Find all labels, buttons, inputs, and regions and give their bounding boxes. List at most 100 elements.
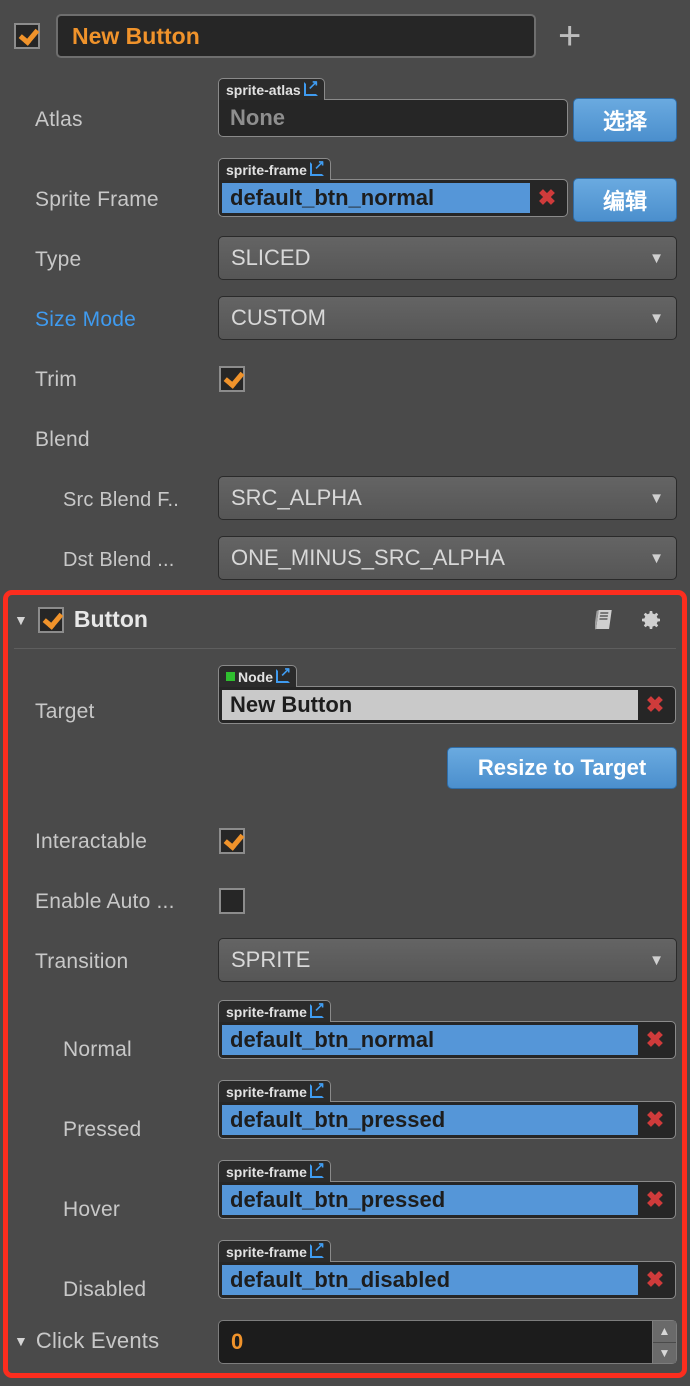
transition-label: Transition <box>35 950 129 973</box>
trim-checkbox[interactable] <box>219 366 245 392</box>
state-hover-asset-field[interactable]: sprite-frame default_btn_pressed ✖ <box>218 1160 676 1222</box>
stepper-down-icon[interactable]: ▼ <box>653 1342 676 1363</box>
click-events-count-value[interactable]: 0 <box>219 1329 652 1355</box>
state-pressed-asset-type-tab[interactable]: sprite-frame <box>218 1080 331 1102</box>
transition-value: SPRITE <box>231 947 311 972</box>
trim-label: Trim <box>35 368 78 391</box>
state-disabled-asset-field[interactable]: sprite-frame default_btn_disabled ✖ <box>218 1240 676 1302</box>
target-asset-type-label: Node <box>238 668 273 685</box>
state-normal-clear-icon[interactable]: ✖ <box>638 1027 672 1053</box>
atlas-value-box[interactable]: None <box>218 99 568 137</box>
external-link-icon[interactable] <box>309 1080 325 1098</box>
atlas-select-button[interactable]: 选择 <box>573 98 677 142</box>
enable-auto-label: Enable Auto ... <box>35 890 175 913</box>
state-pressed-asset-type-label: sprite-frame <box>226 1083 307 1100</box>
atlas-asset-type-tab[interactable]: sprite-atlas <box>218 78 325 100</box>
row-blend: Blend <box>0 426 690 454</box>
type-value: SLICED <box>231 245 311 270</box>
enable-auto-checkbox[interactable] <box>219 888 245 914</box>
atlas-value[interactable]: None <box>222 103 564 133</box>
atlas-asset-type-label: sprite-atlas <box>226 81 301 98</box>
node-enabled-checkbox[interactable] <box>14 23 40 49</box>
book-icon[interactable] <box>593 608 617 632</box>
state-pressed-value[interactable]: default_btn_pressed <box>222 1105 638 1135</box>
state-disabled-value[interactable]: default_btn_disabled <box>222 1265 638 1295</box>
state-normal-value-box[interactable]: default_btn_normal ✖ <box>218 1021 676 1059</box>
state-hover-clear-icon[interactable]: ✖ <box>638 1187 672 1213</box>
sprite-frame-asset-field[interactable]: sprite-frame default_btn_normal ✖ <box>218 158 568 220</box>
external-link-icon[interactable] <box>309 1240 325 1258</box>
blend-label: Blend <box>35 428 90 451</box>
chevron-down-icon: ▼ <box>649 951 664 969</box>
size-mode-dropdown[interactable]: CUSTOM ▼ <box>218 296 677 340</box>
row-interactable: Interactable <box>0 828 690 856</box>
sprite-frame-value[interactable]: default_btn_normal <box>222 183 530 213</box>
node-name-input[interactable]: New Button <box>56 14 536 58</box>
chevron-down-icon: ▼ <box>649 249 664 267</box>
size-mode-value: CUSTOM <box>231 305 326 330</box>
interactable-checkbox[interactable] <box>219 828 245 854</box>
gear-icon[interactable] <box>639 608 663 632</box>
state-hover-value[interactable]: default_btn_pressed <box>222 1185 638 1215</box>
atlas-label: Atlas <box>35 108 83 131</box>
src-blend-dropdown[interactable]: SRC_ALPHA ▼ <box>218 476 677 520</box>
add-component-icon[interactable]: + <box>558 16 581 56</box>
external-link-icon[interactable] <box>303 78 319 96</box>
state-disabled-clear-icon[interactable]: ✖ <box>638 1267 672 1293</box>
state-pressed-clear-icon[interactable]: ✖ <box>638 1107 672 1133</box>
button-component-title: Button <box>73 606 148 632</box>
external-link-icon[interactable] <box>309 1160 325 1178</box>
type-dropdown[interactable]: SLICED ▼ <box>218 236 677 280</box>
sprite-frame-edit-button[interactable]: 编辑 <box>573 178 677 222</box>
button-component-header[interactable]: ▼ Button <box>14 606 148 633</box>
sprite-frame-asset-type-label: sprite-frame <box>226 161 307 178</box>
state-hover-value-box[interactable]: default_btn_pressed ✖ <box>218 1181 676 1219</box>
state-disabled-asset-type-label: sprite-frame <box>226 1243 307 1260</box>
external-link-icon[interactable] <box>309 1000 325 1018</box>
state-hover-label: Hover <box>63 1198 121 1221</box>
target-asset-field[interactable]: Node New Button ✖ <box>218 665 676 727</box>
state-disabled-asset-type-tab[interactable]: sprite-frame <box>218 1240 331 1262</box>
src-blend-label: Src Blend F.. <box>63 488 179 511</box>
button-enabled-checkbox[interactable] <box>37 606 64 633</box>
dst-blend-value: ONE_MINUS_SRC_ALPHA <box>231 545 505 570</box>
state-disabled-label: Disabled <box>63 1278 147 1301</box>
dst-blend-label: Dst Blend ... <box>63 548 175 571</box>
click-events-header[interactable]: ▼ Click Events <box>14 1328 159 1354</box>
state-normal-asset-field[interactable]: sprite-frame default_btn_normal ✖ <box>218 1000 676 1062</box>
click-events-count-input[interactable]: 0 ▲ ▼ <box>218 1320 677 1364</box>
resize-to-target-label: Resize to Target <box>477 755 647 780</box>
row-trim: Trim <box>0 366 690 394</box>
target-value-box[interactable]: New Button ✖ <box>218 686 676 724</box>
state-disabled-value-box[interactable]: default_btn_disabled ✖ <box>218 1261 676 1299</box>
chevron-down-icon: ▼ <box>649 309 664 327</box>
external-link-icon[interactable] <box>276 665 291 683</box>
resize-to-target-button[interactable]: Resize to Target <box>447 747 677 789</box>
click-events-label: Click Events <box>35 1328 160 1353</box>
type-label: Type <box>35 248 82 271</box>
target-asset-type-tab[interactable]: Node <box>218 665 297 687</box>
inspector-panel: New Button + Atlas sprite-atlas None 选择 … <box>0 0 690 1386</box>
collapse-arrow-icon[interactable]: ▼ <box>14 612 28 628</box>
stepper-up-icon[interactable]: ▲ <box>653 1321 676 1343</box>
click-events-stepper[interactable]: ▲ ▼ <box>652 1321 676 1363</box>
sprite-frame-clear-icon[interactable]: ✖ <box>530 185 564 211</box>
state-normal-label: Normal <box>63 1038 132 1061</box>
atlas-asset-field[interactable]: sprite-atlas None <box>218 78 568 140</box>
sprite-frame-asset-type-tab[interactable]: sprite-frame <box>218 158 331 180</box>
state-hover-asset-type-tab[interactable]: sprite-frame <box>218 1160 331 1182</box>
state-normal-value[interactable]: default_btn_normal <box>222 1025 638 1055</box>
target-label: Target <box>35 700 95 723</box>
click-events-collapse-arrow-icon[interactable]: ▼ <box>14 1333 28 1349</box>
dst-blend-dropdown[interactable]: ONE_MINUS_SRC_ALPHA ▼ <box>218 536 677 580</box>
sprite-frame-edit-label: 编辑 <box>602 189 647 214</box>
transition-dropdown[interactable]: SPRITE ▼ <box>218 938 677 982</box>
state-pressed-value-box[interactable]: default_btn_pressed ✖ <box>218 1101 676 1139</box>
target-clear-icon[interactable]: ✖ <box>638 692 672 718</box>
external-link-icon[interactable] <box>309 158 325 176</box>
sprite-frame-value-box[interactable]: default_btn_normal ✖ <box>218 179 568 217</box>
state-normal-asset-type-tab[interactable]: sprite-frame <box>218 1000 331 1022</box>
state-pressed-asset-field[interactable]: sprite-frame default_btn_pressed ✖ <box>218 1080 676 1142</box>
target-value[interactable]: New Button <box>222 690 638 720</box>
chevron-down-icon: ▼ <box>649 549 664 567</box>
